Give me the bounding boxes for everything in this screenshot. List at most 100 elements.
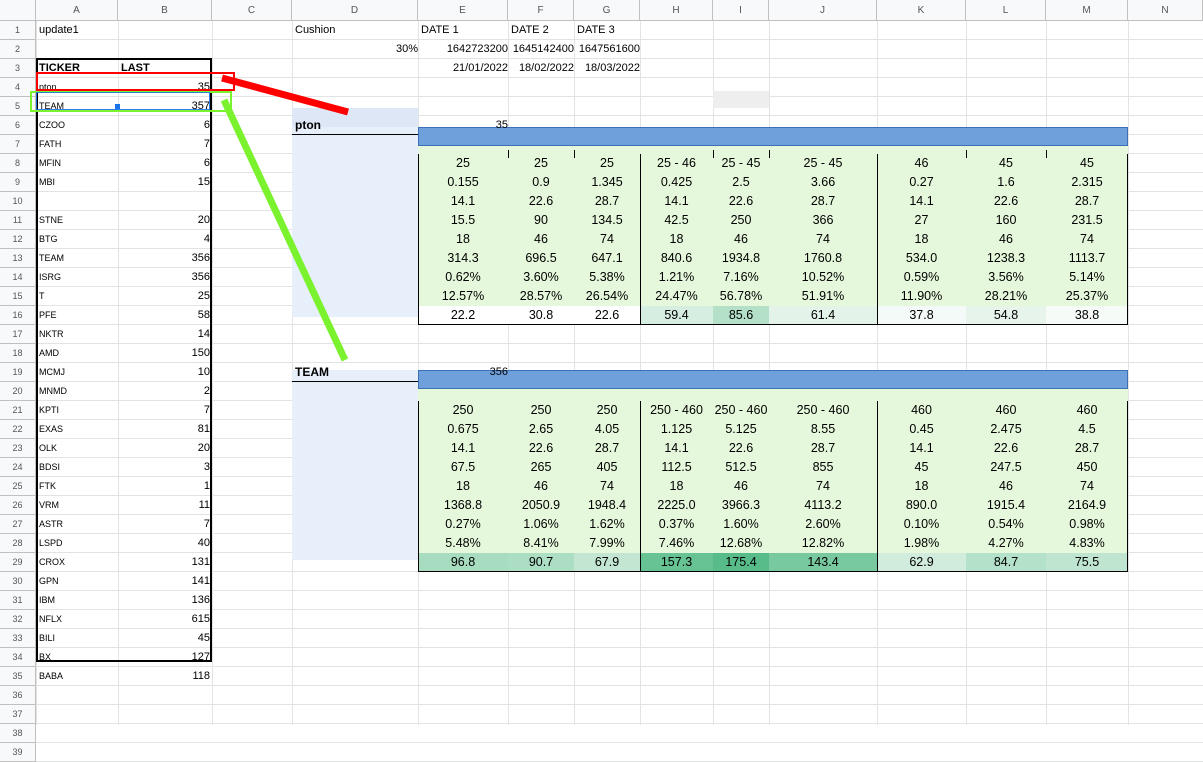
metric-cell: 90 — [534, 213, 548, 227]
column-header-B[interactable]: B — [118, 0, 212, 21]
metric-cell: 2164.9 — [1067, 498, 1107, 512]
row-header-37[interactable]: 37 — [0, 705, 36, 724]
row-header-35[interactable]: 35 — [0, 667, 36, 686]
row-header-8[interactable]: 8 — [0, 154, 36, 173]
column-header-M[interactable]: M — [1046, 0, 1128, 21]
date-value: 18/02/2022 — [518, 62, 574, 74]
row-header-24[interactable]: 24 — [0, 458, 36, 477]
metric-cell: 1238.3 — [986, 251, 1026, 265]
row-header-7[interactable]: 7 — [0, 135, 36, 154]
gray-cell — [713, 91, 769, 108]
metric-cell: 250 - 460 — [714, 403, 768, 417]
section-value: 35 — [495, 119, 508, 131]
row-header-13[interactable]: 13 — [0, 249, 36, 268]
metric-cell: 45 — [999, 156, 1013, 170]
row-header-11[interactable]: 11 — [0, 211, 36, 230]
row-header-31[interactable]: 31 — [0, 591, 36, 610]
column-header-D[interactable]: D — [292, 0, 418, 21]
metric-cell: 46 — [999, 232, 1013, 246]
metric-cell: 0.59% — [903, 270, 940, 284]
row-header-12[interactable]: 12 — [0, 230, 36, 249]
metric-cell: 22.6 — [993, 194, 1019, 208]
column-header-L[interactable]: L — [966, 0, 1046, 21]
metric-cell: 18 — [669, 479, 684, 493]
metric-cell: 25 - 46 — [657, 156, 696, 170]
row-header-15[interactable]: 15 — [0, 287, 36, 306]
metric-cell: 2.65 — [528, 422, 554, 436]
row-header-23[interactable]: 23 — [0, 439, 36, 458]
metric-cell: 46 — [914, 156, 929, 170]
tick-mark — [508, 150, 509, 158]
column-header-F[interactable]: F — [508, 0, 574, 21]
row-header-19[interactable]: 19 — [0, 363, 36, 382]
metric-cell: 46 — [534, 479, 548, 493]
metric-cell: 247.5 — [990, 460, 1022, 474]
column-header-H[interactable]: H — [640, 0, 713, 21]
column-header-C[interactable]: C — [212, 0, 292, 21]
metric-cell: 0.98% — [1069, 517, 1105, 531]
row-header-1[interactable]: 1 — [0, 21, 36, 40]
row-header-32[interactable]: 32 — [0, 610, 36, 629]
metric-cell: 3.60% — [523, 270, 559, 284]
metric-cell: 67.9 — [574, 553, 640, 572]
row-header-18[interactable]: 18 — [0, 344, 36, 363]
metric-cell: 14.1 — [909, 194, 934, 208]
metric-cell: 4.83% — [1069, 536, 1105, 550]
red-highlight-box — [36, 72, 235, 91]
column-header-J[interactable]: J — [769, 0, 877, 21]
metric-cell: 25 — [456, 156, 470, 170]
metric-cell: 12.68% — [719, 536, 763, 550]
row-header-20[interactable]: 20 — [0, 382, 36, 401]
metric-cell: 8.55 — [810, 422, 836, 436]
row-header-10[interactable]: 10 — [0, 192, 36, 211]
metric-cell: 28.7 — [594, 194, 620, 208]
row-header-3[interactable]: 3 — [0, 59, 36, 78]
row-header-2[interactable]: 2 — [0, 40, 36, 59]
row-header-17[interactable]: 17 — [0, 325, 36, 344]
row-header-33[interactable]: 33 — [0, 629, 36, 648]
grid-line — [0, 742, 1203, 743]
row-header-22[interactable]: 22 — [0, 420, 36, 439]
row-header-21[interactable]: 21 — [0, 401, 36, 420]
date-timestamp: 1645142400 — [512, 43, 574, 55]
select-all-corner[interactable] — [0, 0, 36, 21]
metric-cell: 0.9 — [532, 175, 550, 189]
row-header-30[interactable]: 30 — [0, 572, 36, 591]
date-label: DATE 2 — [511, 24, 549, 36]
row-header-38[interactable]: 38 — [0, 724, 36, 743]
metric-cell: 61.4 — [769, 306, 877, 325]
row-header-14[interactable]: 14 — [0, 268, 36, 287]
metric-cell: 85.6 — [713, 306, 769, 325]
row-header-25[interactable]: 25 — [0, 477, 36, 496]
row-header-39[interactable]: 39 — [0, 743, 36, 762]
metric-cell: 4.27% — [988, 536, 1024, 550]
column-header-K[interactable]: K — [877, 0, 966, 21]
metric-cell: 366 — [812, 213, 834, 227]
row-header-29[interactable]: 29 — [0, 553, 36, 572]
column-header-A[interactable]: A — [36, 0, 118, 21]
metric-cell: 25 - 45 — [721, 156, 761, 170]
row-header-16[interactable]: 16 — [0, 306, 36, 325]
metric-cell: 647.1 — [591, 251, 623, 265]
metric-cell: 460 — [995, 403, 1017, 417]
column-header-G[interactable]: G — [574, 0, 640, 21]
row-header-9[interactable]: 9 — [0, 173, 36, 192]
row-header-26[interactable]: 26 — [0, 496, 36, 515]
column-header-I[interactable]: I — [713, 0, 769, 21]
row-header-36[interactable]: 36 — [0, 686, 36, 705]
row-header-6[interactable]: 6 — [0, 116, 36, 135]
metric-cell: 30.8 — [508, 306, 574, 325]
metric-cell: 5.14% — [1069, 270, 1105, 284]
section-label-fill — [292, 108, 418, 317]
metric-cell: 28.21% — [984, 289, 1028, 303]
row-header-27[interactable]: 27 — [0, 515, 36, 534]
metric-cell: 22.6 — [993, 441, 1019, 455]
metric-cell: 74 — [816, 232, 830, 246]
row-header-34[interactable]: 34 — [0, 648, 36, 667]
metric-cell: 7.99% — [589, 536, 625, 550]
row-header-28[interactable]: 28 — [0, 534, 36, 553]
column-header-E[interactable]: E — [418, 0, 508, 21]
metric-cell: 74 — [600, 232, 614, 246]
metric-cell: 74 — [1080, 479, 1094, 493]
column-header-N[interactable]: N — [1128, 0, 1203, 21]
